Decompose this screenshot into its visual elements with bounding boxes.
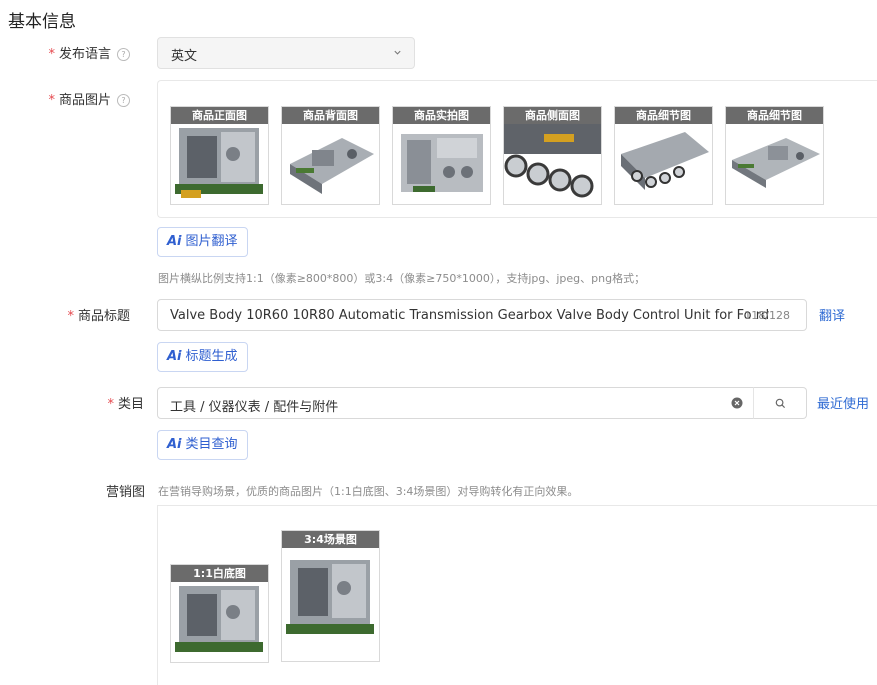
- valve-body-image: [732, 138, 820, 188]
- title-input-value: Valve Body 10R60 10R80 Automatic Transmi…: [170, 308, 770, 323]
- marketing-image-panel: 1:1白底图 3:4场景图: [157, 505, 877, 685]
- product-image-panel: 商品正面图 商品背面图 商品实拍图 商品侧面图 商品细节图 商品细节图: [157, 80, 877, 218]
- category-query-label: 类目查询: [185, 437, 238, 452]
- product-image-back[interactable]: 商品背面图: [281, 106, 380, 205]
- language-select-value: 英文: [171, 49, 198, 64]
- image-caption: 商品正面图: [171, 107, 268, 124]
- image-caption: 3:4场景图: [282, 531, 379, 548]
- title-label: 商品标题: [77, 309, 130, 324]
- section-title: 基本信息: [8, 12, 76, 32]
- valve-body-image: [504, 124, 601, 198]
- required-marker: *: [107, 397, 114, 412]
- valve-body-image: [401, 134, 483, 192]
- help-icon[interactable]: ?: [117, 48, 130, 61]
- valve-body-image: [286, 560, 374, 634]
- product-image-front[interactable]: 商品正面图: [170, 106, 269, 205]
- marketing-image-scene[interactable]: 3:4场景图: [281, 530, 380, 662]
- category-input-value: 工具 / 仪器仪表 / 配件与附件: [170, 400, 339, 415]
- image-caption: 1:1白底图: [171, 565, 268, 582]
- language-label: 发布语言: [58, 47, 111, 62]
- category-input[interactable]: 工具 / 仪器仪表 / 配件与附件: [157, 387, 754, 419]
- marketing-label: 营销图: [105, 485, 145, 500]
- language-select[interactable]: 英文: [157, 37, 415, 69]
- product-image-side[interactable]: 商品侧面图: [503, 106, 602, 205]
- language-label-row: * 发布语言?: [0, 43, 130, 62]
- valve-body-image: [175, 128, 263, 198]
- image-caption: 商品实拍图: [393, 107, 490, 124]
- image-caption: 商品背面图: [282, 107, 379, 124]
- category-label: 类目: [117, 397, 144, 412]
- ai-icon: Ai: [167, 234, 182, 249]
- title-generate-label: 标题生成: [185, 349, 238, 364]
- ai-icon: Ai: [167, 437, 182, 452]
- title-label-row: * 商品标题: [0, 305, 130, 324]
- image-format-hint: 图片横纵比例支持1:1（像素≥800*800）或3:4（像素≥750*1000）…: [158, 272, 646, 285]
- category-label-row: * 类目: [14, 393, 144, 412]
- image-translate-label: 图片翻译: [185, 234, 238, 249]
- title-input[interactable]: Valve Body 10R60 10R80 Automatic Transmi…: [157, 299, 807, 331]
- help-icon[interactable]: ?: [117, 94, 130, 107]
- chevron-down-icon: [394, 50, 401, 55]
- clear-icon[interactable]: [731, 397, 743, 409]
- title-generate-button[interactable]: Ai 标题生成: [157, 342, 248, 372]
- category-search-button[interactable]: [753, 387, 807, 419]
- images-label-row: * 商品图片?: [0, 89, 130, 108]
- valve-body-image: [290, 138, 374, 194]
- image-caption: 商品侧面图: [504, 107, 601, 124]
- image-caption: 商品细节图: [615, 107, 712, 124]
- product-image-real[interactable]: 商品实拍图: [392, 106, 491, 205]
- category-query-button[interactable]: Ai 类目查询: [157, 430, 248, 460]
- marketing-image-white-bg[interactable]: 1:1白底图: [170, 564, 269, 663]
- image-caption: 商品细节图: [726, 107, 823, 124]
- recent-used-link[interactable]: 最近使用: [817, 393, 869, 412]
- product-image-detail-1[interactable]: 商品细节图: [614, 106, 713, 205]
- required-marker: *: [48, 93, 55, 108]
- valve-body-image: [175, 586, 263, 652]
- search-icon: [775, 398, 786, 409]
- title-char-counter: 118/128: [744, 309, 790, 322]
- product-image-detail-2[interactable]: 商品细节图: [725, 106, 824, 205]
- required-marker: *: [67, 309, 74, 324]
- marketing-hint: 在营销导购场景，优质的商品图片（1:1白底图、3:4场景图）对导购转化有正向效果…: [158, 485, 579, 498]
- ai-icon: Ai: [167, 349, 182, 364]
- translate-link[interactable]: 翻译: [819, 305, 845, 324]
- image-translate-button[interactable]: Ai 图片翻译: [157, 227, 248, 257]
- required-marker: *: [48, 47, 55, 62]
- valve-body-image: [621, 132, 709, 190]
- images-label: 商品图片: [58, 93, 111, 108]
